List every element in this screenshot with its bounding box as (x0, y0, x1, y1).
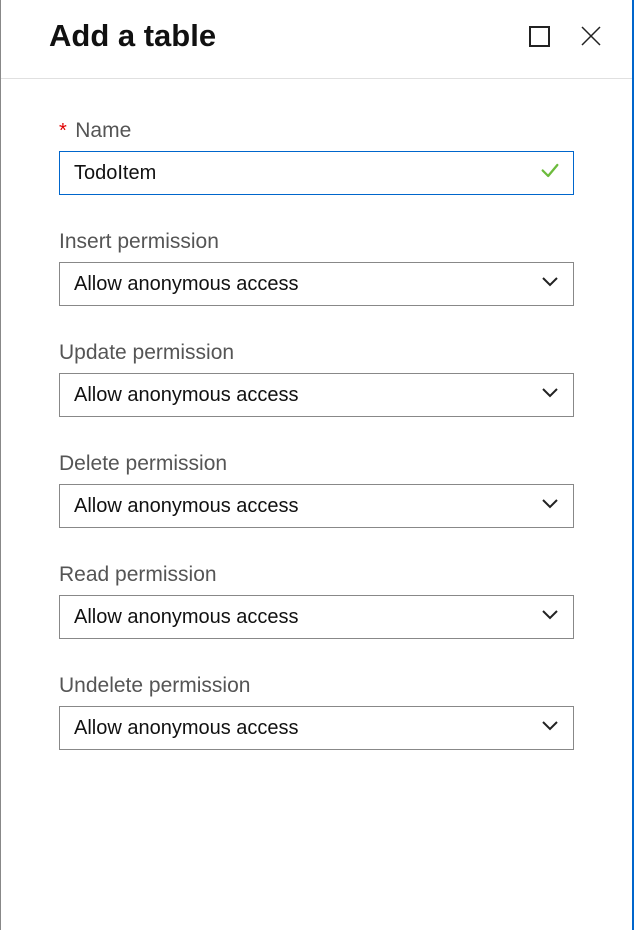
insert-select[interactable]: Allow anonymous access (59, 262, 574, 306)
read-label: Read permission (59, 563, 217, 586)
name-field-group: * Name (59, 119, 574, 195)
chevron-down-icon (541, 386, 559, 404)
delete-label: Delete permission (59, 452, 227, 475)
read-field-group: Read permission Allow anonymous access (59, 563, 574, 639)
required-indicator: * (59, 120, 67, 142)
undelete-select-value: Allow anonymous access (74, 717, 299, 740)
update-label: Update permission (59, 341, 234, 364)
dialog-header: Add a table (1, 0, 632, 79)
delete-field-group: Delete permission Allow anonymous access (59, 452, 574, 528)
update-select-value: Allow anonymous access (74, 384, 299, 407)
header-actions (529, 23, 604, 49)
undelete-label-row: Undelete permission (59, 674, 574, 698)
update-select[interactable]: Allow anonymous access (59, 373, 574, 417)
read-select[interactable]: Allow anonymous access (59, 595, 574, 639)
chevron-down-icon (541, 497, 559, 515)
form-body: * Name Insert permission Allow anonymous… (1, 79, 632, 750)
read-select-value: Allow anonymous access (74, 606, 299, 629)
insert-label: Insert permission (59, 230, 219, 253)
name-label-row: * Name (59, 119, 574, 143)
undelete-label: Undelete permission (59, 674, 250, 697)
maximize-icon[interactable] (529, 26, 550, 47)
insert-field-group: Insert permission Allow anonymous access (59, 230, 574, 306)
insert-select-value: Allow anonymous access (74, 273, 299, 296)
delete-select[interactable]: Allow anonymous access (59, 484, 574, 528)
update-label-row: Update permission (59, 341, 574, 365)
name-label: Name (75, 119, 131, 142)
undelete-select[interactable]: Allow anonymous access (59, 706, 574, 750)
chevron-down-icon (541, 275, 559, 293)
insert-label-row: Insert permission (59, 230, 574, 254)
checkmark-icon (539, 160, 561, 187)
name-input-wrapper[interactable] (59, 151, 574, 195)
read-label-row: Read permission (59, 563, 574, 587)
chevron-down-icon (541, 719, 559, 737)
delete-select-value: Allow anonymous access (74, 495, 299, 518)
chevron-down-icon (541, 608, 559, 626)
undelete-field-group: Undelete permission Allow anonymous acce… (59, 674, 574, 750)
delete-label-row: Delete permission (59, 452, 574, 476)
dialog-title: Add a table (49, 18, 216, 54)
update-field-group: Update permission Allow anonymous access (59, 341, 574, 417)
name-input[interactable] (74, 162, 529, 185)
close-icon[interactable] (578, 23, 604, 49)
